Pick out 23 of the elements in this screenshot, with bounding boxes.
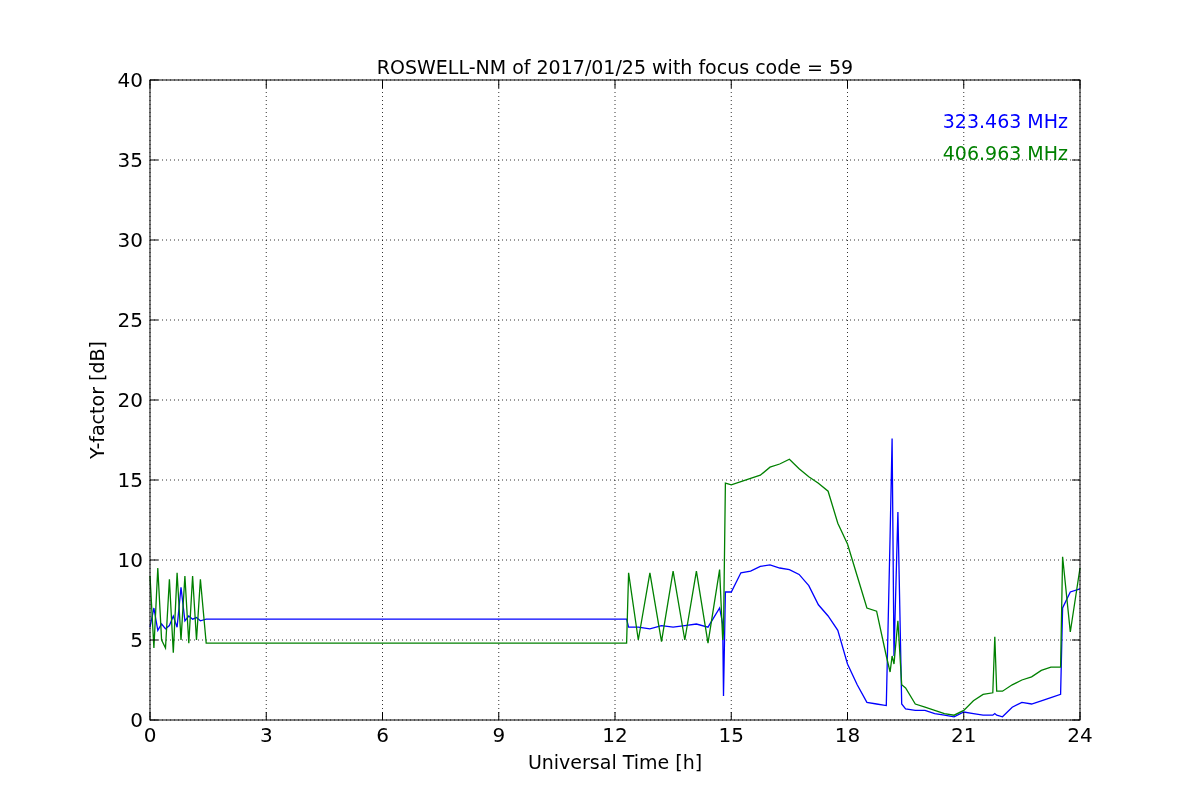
tick-label: 6 [376,723,389,747]
tick-label: 15 [117,468,143,492]
chart-title: ROSWELL-NM of 2017/01/25 with focus code = 59 [376,56,854,78]
legend-label: 406.963 MHz [942,142,1068,164]
tick-label: 3 [259,723,273,747]
legend-label: 323.463 MHz [942,110,1068,132]
tick-label: 15 [718,723,744,747]
tick-label: 5 [130,628,143,652]
tick-label: 24 [1067,723,1093,747]
tick-label: 21 [951,723,977,747]
tick-label: 40 [117,68,143,92]
axis-label: Y-factor [dB] [86,341,108,459]
tick-label: 12 [602,723,628,747]
tick-label: 10 [117,548,143,572]
tick-label: 25 [117,308,143,332]
tick-label: 20 [117,388,143,412]
tick-label: 0 [130,708,143,732]
tick-label: 30 [117,228,143,252]
axis-label: Universal Time [h] [527,751,703,773]
tick-label: 18 [834,723,861,747]
tick-label: 9 [492,723,506,747]
tick-label: 0 [143,723,157,747]
tick-label: 35 [117,148,143,172]
